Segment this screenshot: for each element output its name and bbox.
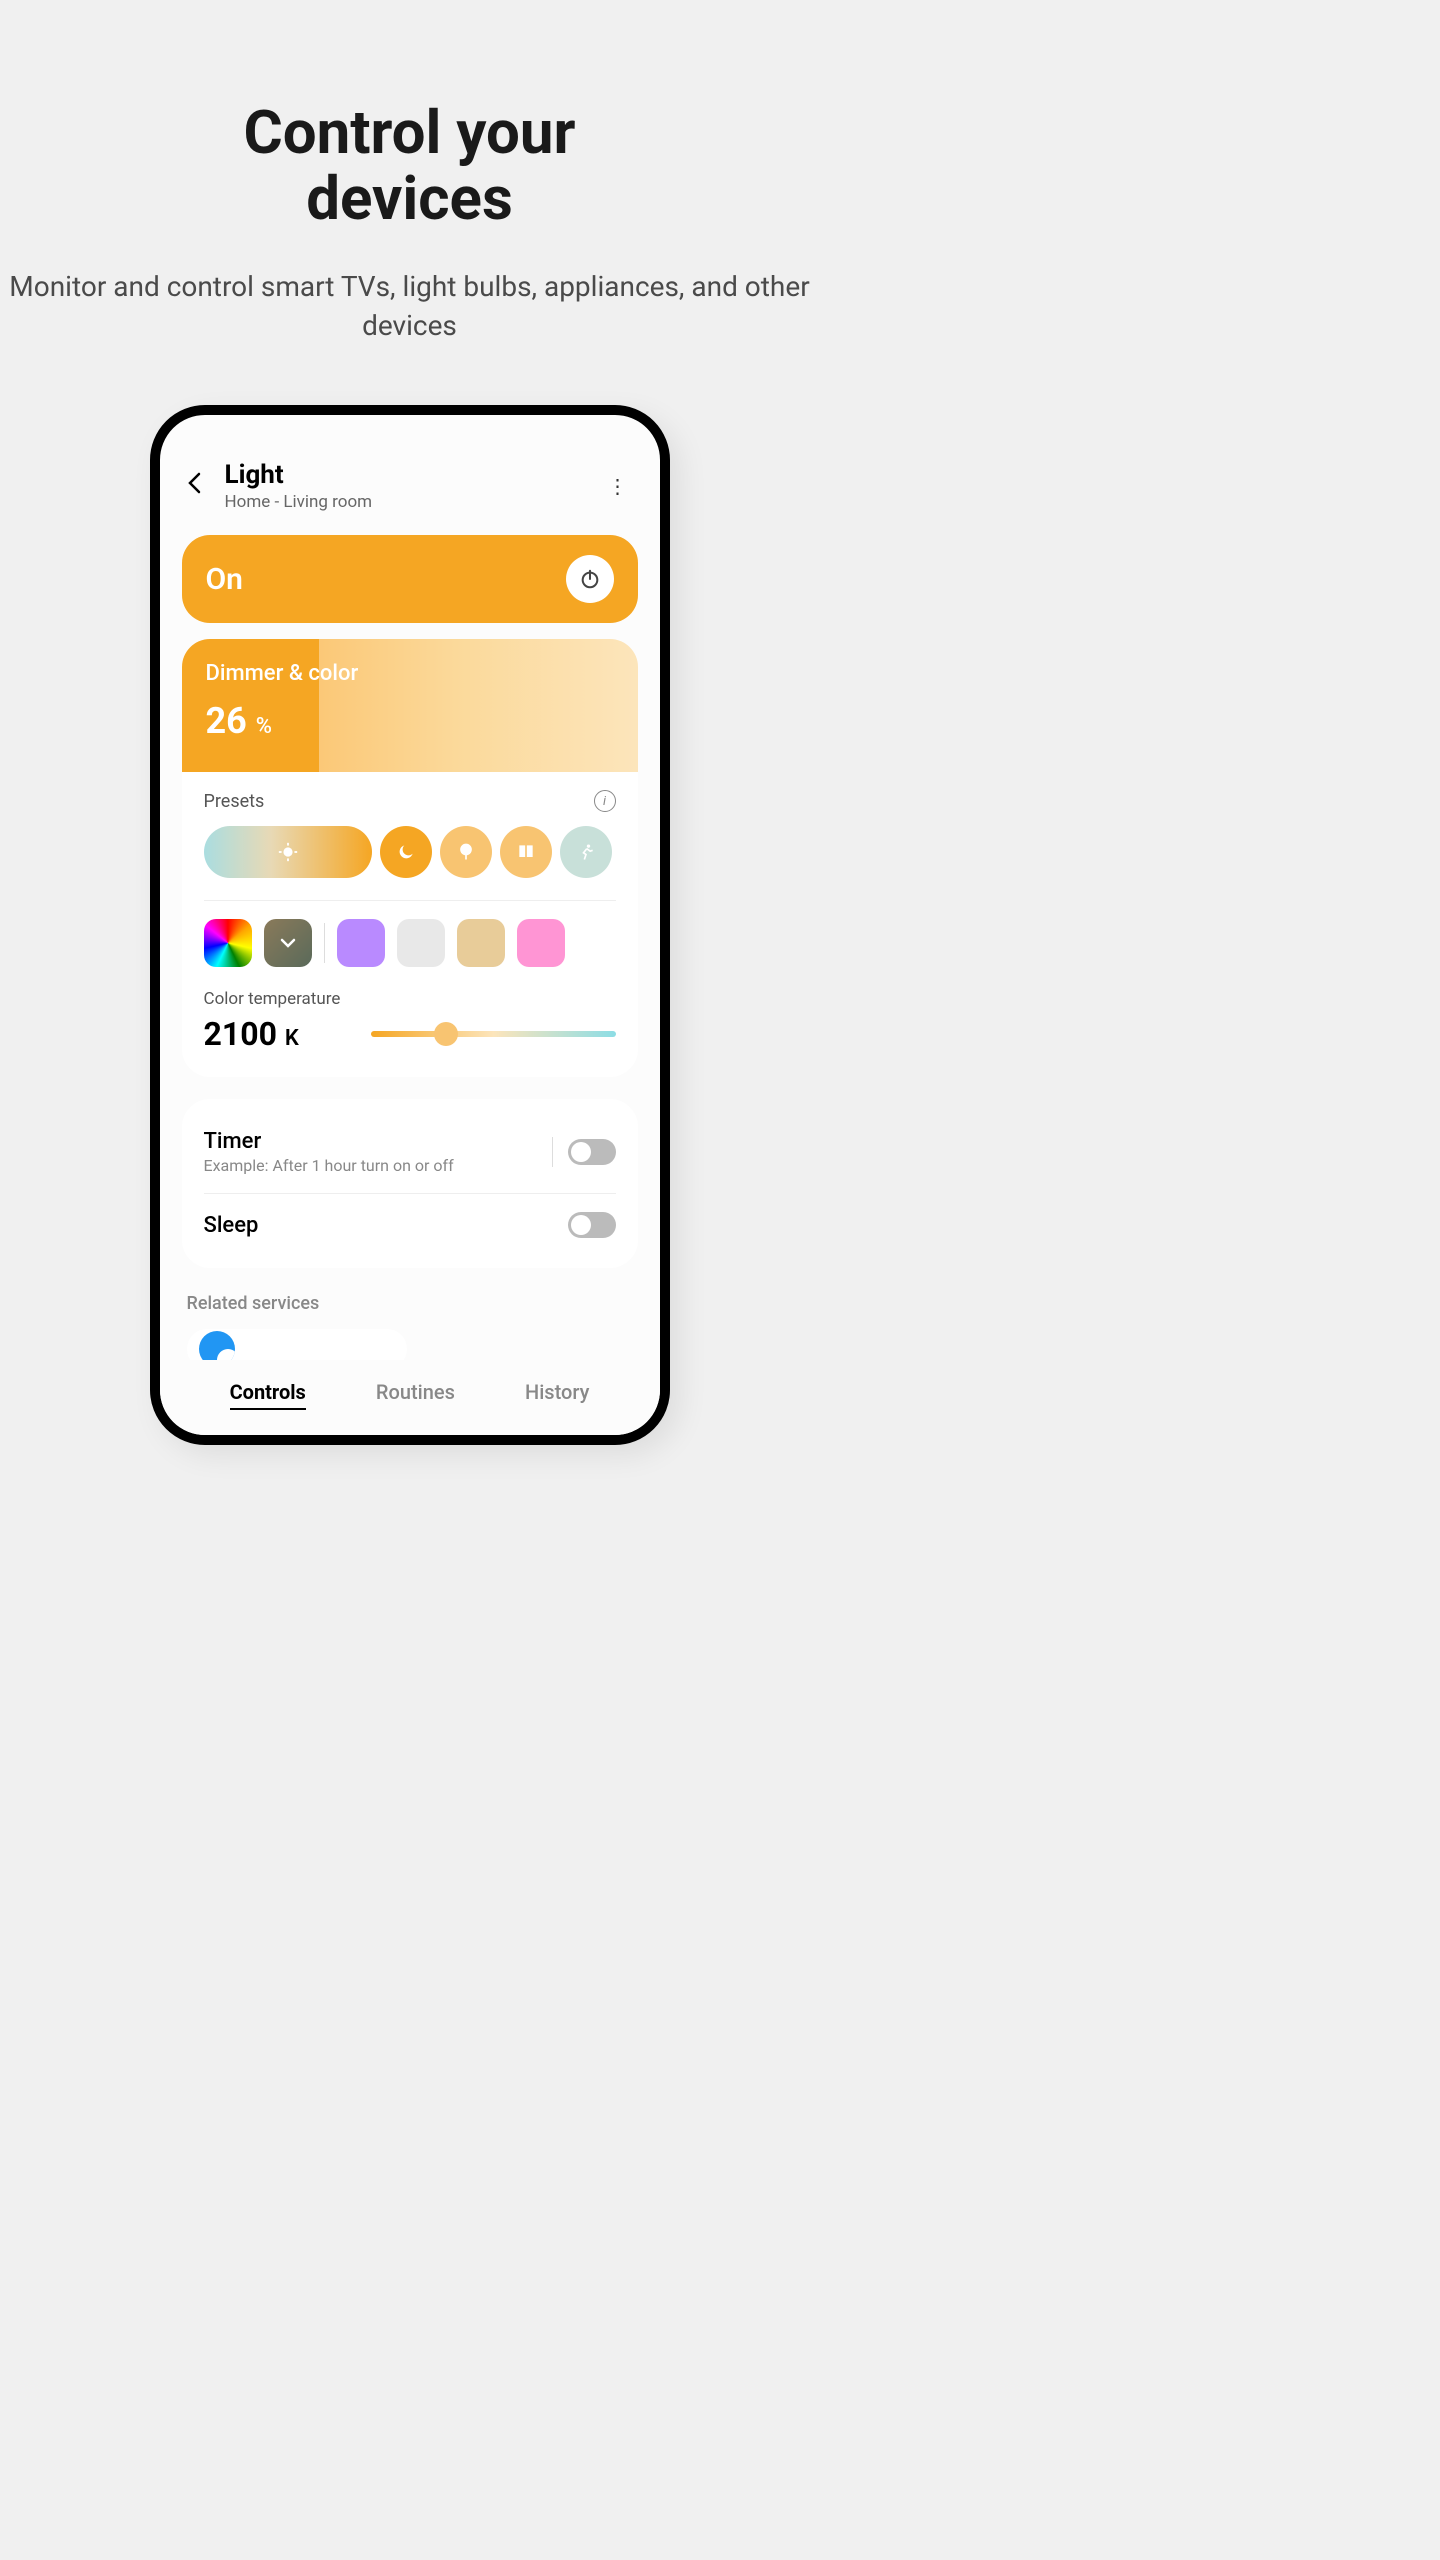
presets-label: Presets xyxy=(204,791,265,812)
tree-icon xyxy=(456,842,476,862)
tab-controls[interactable]: Controls xyxy=(230,1380,306,1410)
bottom-tabs: Controls Routines History xyxy=(160,1360,660,1435)
color-temperature-unit: K xyxy=(285,1026,299,1051)
preset-outdoor[interactable] xyxy=(440,826,492,878)
preset-activity[interactable] xyxy=(560,826,612,878)
sun-icon xyxy=(277,841,299,863)
color-temperature-value: 2100 K xyxy=(204,1015,299,1053)
device-title: Light xyxy=(225,460,603,490)
color-expand-button[interactable] xyxy=(264,919,312,967)
power-icon xyxy=(579,568,601,590)
timer-description: Example: After 1 hour turn on or off xyxy=(204,1156,537,1175)
timer-sleep-card: Timer Example: After 1 hour turn on or o… xyxy=(182,1099,638,1268)
hero-title-line2: devices xyxy=(306,163,513,234)
more-options-button[interactable]: ⋮ xyxy=(603,474,633,498)
sleep-title: Sleep xyxy=(204,1213,568,1238)
divider xyxy=(204,900,616,901)
presets-card: Presets i xyxy=(182,772,638,1077)
color-swatch-pink[interactable] xyxy=(517,919,565,967)
slider-thumb[interactable] xyxy=(434,1022,458,1046)
app-header: Light Home - Living room ⋮ xyxy=(182,460,638,527)
more-vertical-icon: ⋮ xyxy=(608,474,628,498)
preset-daylight[interactable] xyxy=(204,826,372,878)
related-services-label: Related services xyxy=(187,1293,633,1314)
color-swatch-tan[interactable] xyxy=(457,919,505,967)
dimmer-unit: % xyxy=(256,714,272,739)
hero-title: Control your devices xyxy=(0,100,819,232)
preset-reading[interactable] xyxy=(500,826,552,878)
timer-row[interactable]: Timer Example: After 1 hour turn on or o… xyxy=(204,1119,616,1185)
power-card[interactable]: On xyxy=(182,535,638,623)
related-services-section: Related services xyxy=(182,1293,638,1369)
moon-icon xyxy=(396,842,416,862)
info-button[interactable]: i xyxy=(594,790,616,812)
dimmer-value: 26 % xyxy=(206,700,614,742)
preset-night[interactable] xyxy=(380,826,432,878)
header-titles: Light Home - Living room xyxy=(225,460,603,512)
color-temperature-number: 2100 xyxy=(204,1015,277,1053)
color-temperature-slider[interactable] xyxy=(371,1031,616,1037)
presets-header: Presets i xyxy=(204,790,616,812)
sleep-row[interactable]: Sleep xyxy=(204,1193,616,1248)
running-icon xyxy=(576,842,596,862)
power-state-label: On xyxy=(206,562,243,597)
timer-title: Timer xyxy=(204,1129,537,1154)
timer-toggle[interactable] xyxy=(568,1139,616,1165)
info-icon: i xyxy=(603,794,606,809)
book-icon xyxy=(516,842,536,862)
phone-frame: Light Home - Living room ⋮ On Dimmer & c… xyxy=(150,405,670,1445)
color-temperature-label: Color temperature xyxy=(204,989,616,1009)
device-location: Home - Living room xyxy=(225,492,603,512)
color-swatch-purple[interactable] xyxy=(337,919,385,967)
dimmer-card[interactable]: Dimmer & color 26 % xyxy=(182,639,638,772)
color-wheel-button[interactable] xyxy=(204,919,252,967)
phone-content: Light Home - Living room ⋮ On Dimmer & c… xyxy=(160,415,660,1435)
color-row xyxy=(204,919,616,967)
hero-title-line1: Control your xyxy=(244,97,576,168)
sleep-toggle[interactable] xyxy=(568,1212,616,1238)
dimmer-label: Dimmer & color xyxy=(206,661,614,686)
color-swatch-grey[interactable] xyxy=(397,919,445,967)
back-button[interactable] xyxy=(187,472,217,500)
sleep-info: Sleep xyxy=(204,1213,568,1238)
presets-row xyxy=(204,826,616,878)
power-button[interactable] xyxy=(566,555,614,603)
color-separator xyxy=(324,923,325,963)
color-temperature-row: 2100 K xyxy=(204,1015,616,1053)
timer-info: Timer Example: After 1 hour turn on or o… xyxy=(204,1129,537,1175)
color-temperature-section: Color temperature 2100 K xyxy=(204,989,616,1053)
chevron-down-icon xyxy=(280,938,296,948)
switch-separator xyxy=(552,1137,553,1167)
tab-routines[interactable]: Routines xyxy=(376,1380,455,1410)
dimmer-number: 26 xyxy=(206,700,247,742)
tab-history[interactable]: History xyxy=(525,1380,589,1410)
hero-subtitle: Monitor and control smart TVs, light bul… xyxy=(0,267,819,345)
